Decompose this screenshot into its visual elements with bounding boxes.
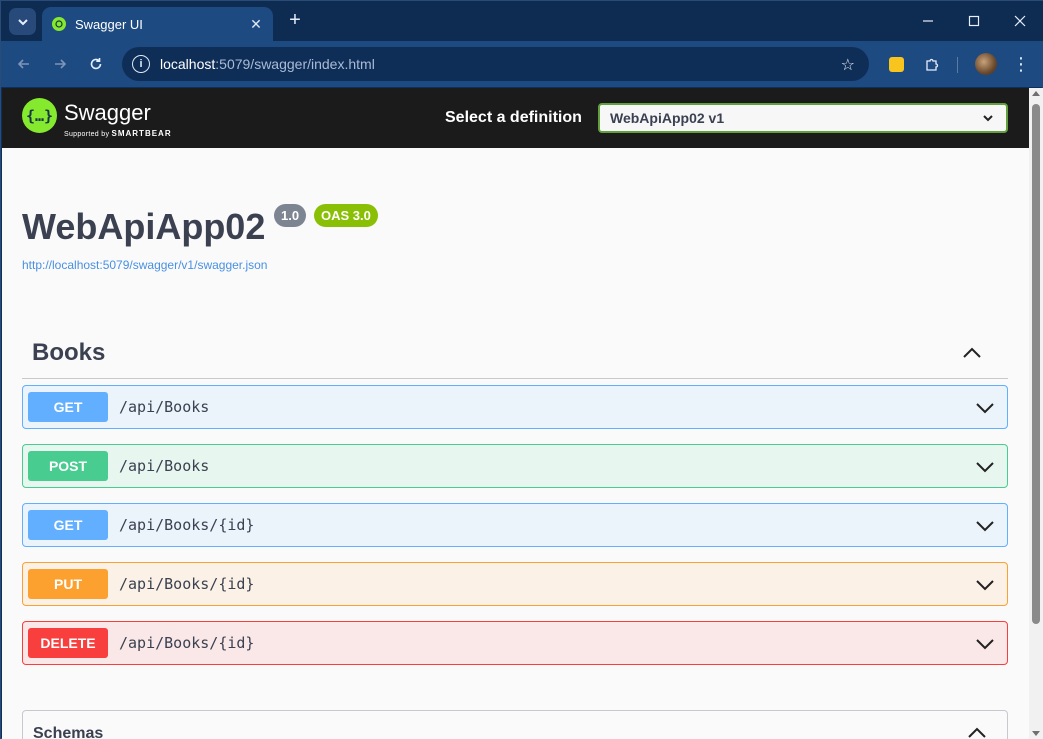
page-scrollbar[interactable] — [1029, 88, 1043, 739]
reload-icon — [90, 58, 102, 70]
extensions-puzzle-icon[interactable] — [921, 53, 943, 75]
swagger-favicon-icon — [52, 17, 66, 31]
minimize-icon — [923, 20, 933, 22]
new-tab-button[interactable]: + — [284, 10, 306, 32]
tab-strip: Swagger UI ✕ + — [1, 1, 1043, 41]
method-badge: POST — [28, 451, 108, 481]
chevron-up-icon[interactable] — [962, 343, 982, 363]
back-button[interactable] — [12, 52, 36, 76]
method-badge: PUT — [28, 569, 108, 599]
minimize-button[interactable] — [913, 9, 943, 33]
tab-title: Swagger UI — [75, 16, 143, 32]
spec-url-link[interactable]: http://localhost:5079/swagger/v1/swagger… — [22, 258, 267, 272]
chevron-down-icon[interactable] — [975, 634, 995, 654]
chevron-down-icon[interactable] — [975, 398, 995, 418]
address-bar[interactable]: i localhost:5079/swagger/index.html ☆ — [122, 47, 869, 81]
arrow-left-icon — [17, 59, 29, 69]
browser-window: Swagger UI ✕ + i localhost:5079/swagger/… — [0, 0, 1043, 739]
schemas-section[interactable]: Schemas — [22, 710, 1008, 739]
chevron-down-icon[interactable] — [975, 457, 995, 477]
bookmark-star-icon[interactable]: ☆ — [841, 55, 855, 75]
operation-path: /api/Books — [119, 457, 210, 475]
scroll-down-icon[interactable] — [1032, 731, 1040, 736]
method-badge: GET — [28, 392, 108, 422]
close-icon — [1014, 15, 1026, 27]
definition-selected-value: WebApiApp02 v1 — [610, 110, 725, 126]
api-title: WebApiApp02 — [22, 206, 266, 247]
schemas-label: Schemas — [33, 725, 104, 739]
extension-icon[interactable] — [885, 53, 907, 75]
swagger-tagline: Supported by SMARTBEAR — [64, 129, 172, 138]
operation-path: /api/Books — [119, 398, 210, 416]
site-info-icon[interactable]: i — [132, 55, 150, 73]
operation-put-book[interactable]: PUT /api/Books/{id} — [22, 562, 1008, 606]
scroll-up-icon[interactable] — [1032, 91, 1040, 96]
swagger-logo-icon[interactable]: {…} — [22, 98, 57, 133]
chevron-down-icon[interactable] — [975, 516, 995, 536]
tab-search-button[interactable] — [9, 8, 36, 35]
browser-menu-icon[interactable]: ⋮ — [1011, 53, 1031, 75]
operation-delete-book[interactable]: DELETE /api/Books/{id} — [22, 621, 1008, 665]
chevron-up-icon[interactable] — [967, 723, 987, 739]
arrow-right-icon — [55, 59, 67, 69]
swagger-brand: Swagger — [64, 100, 151, 125]
tag-name: Books — [32, 339, 106, 366]
operation-post-books[interactable]: POST /api/Books — [22, 444, 1008, 488]
chevron-down-icon — [982, 105, 994, 139]
close-tab-icon[interactable]: ✕ — [247, 15, 265, 33]
operation-path: /api/Books/{id} — [119, 516, 255, 534]
operation-get-books[interactable]: GET /api/Books — [22, 385, 1008, 429]
page-viewport: {…} Swagger Supported by SMARTBEAR Selec… — [2, 88, 1029, 739]
profile-avatar[interactable] — [975, 53, 997, 75]
chevron-down-icon — [17, 18, 28, 25]
scrollbar-thumb[interactable] — [1032, 104, 1040, 624]
forward-button[interactable] — [48, 52, 72, 76]
version-badge: 1.0 — [274, 204, 307, 227]
definition-label: Select a definition — [445, 109, 582, 126]
maximize-icon — [968, 15, 980, 27]
close-window-button[interactable] — [1005, 9, 1035, 33]
tag-section-header[interactable]: Books — [22, 333, 1008, 379]
method-badge: DELETE — [28, 628, 108, 658]
method-badge: GET — [28, 510, 108, 540]
operation-get-book-by-id[interactable]: GET /api/Books/{id} — [22, 503, 1008, 547]
swagger-topbar: {…} Swagger Supported by SMARTBEAR Selec… — [2, 88, 1029, 148]
oas-badge: OAS 3.0 — [314, 204, 378, 227]
operation-path: /api/Books/{id} — [119, 575, 255, 593]
tab-swagger-ui[interactable]: Swagger UI ✕ — [42, 7, 273, 41]
definition-select[interactable]: WebApiApp02 v1 — [598, 103, 1008, 133]
maximize-button[interactable] — [959, 9, 989, 33]
browser-toolbar: i localhost:5079/swagger/index.html ☆ ⋮ — [1, 41, 1043, 87]
url-text: localhost:5079/swagger/index.html — [160, 56, 375, 72]
reload-button[interactable] — [84, 52, 108, 76]
operation-path: /api/Books/{id} — [119, 634, 255, 652]
toolbar-separator — [957, 57, 958, 73]
chevron-down-icon[interactable] — [975, 575, 995, 595]
